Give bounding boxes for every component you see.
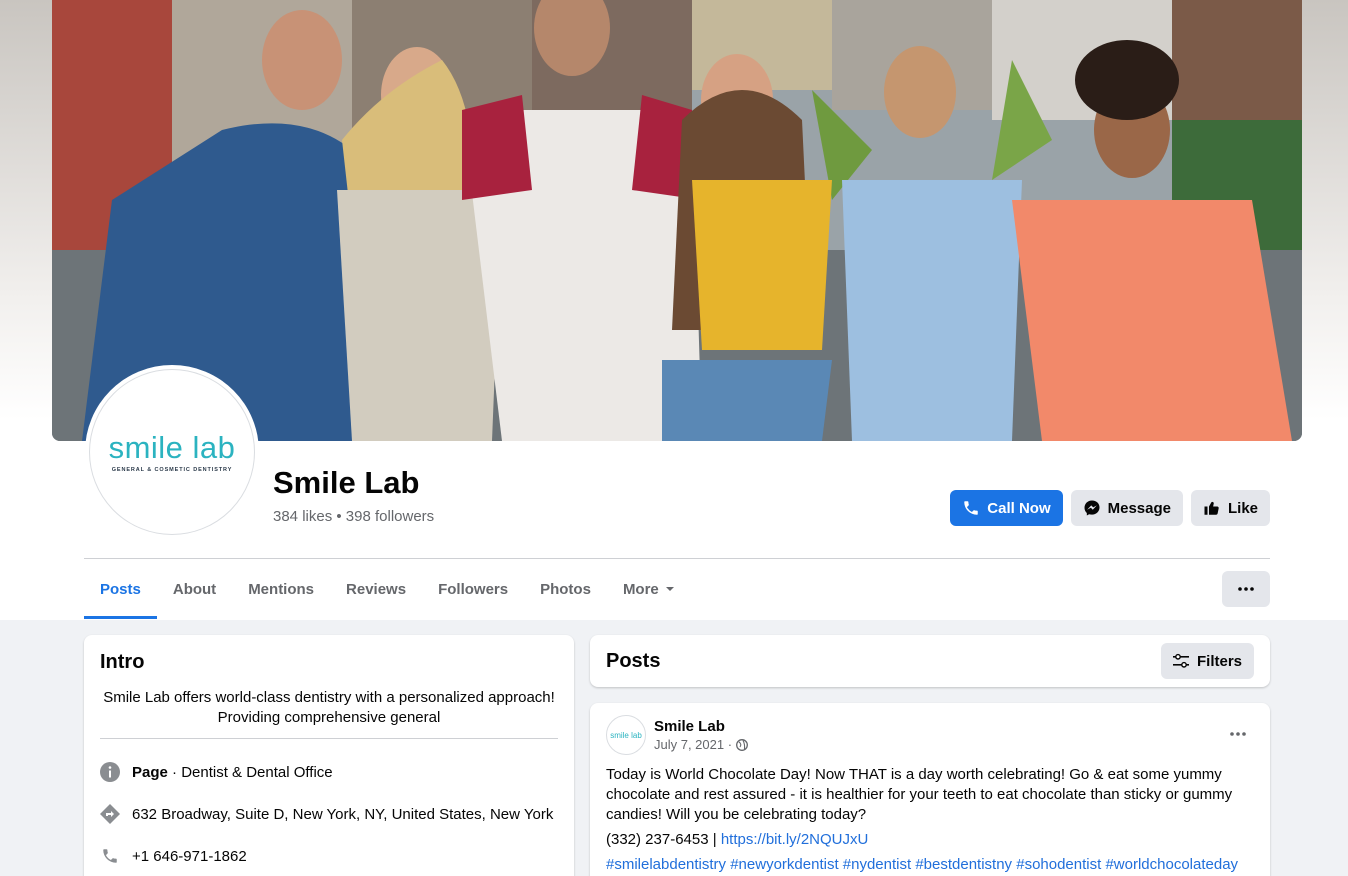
directions-icon xyxy=(100,804,120,824)
post-options-button[interactable] xyxy=(1230,723,1246,741)
phone-text: +1 646-971-1862 xyxy=(132,847,247,865)
posts-header-card: Posts Filters xyxy=(590,635,1270,687)
page-tabs: Posts About Mentions Reviews Followers P… xyxy=(84,559,691,619)
intro-bio-line: Providing comprehensive general xyxy=(217,709,441,726)
cover-photo[interactable] xyxy=(52,0,1302,441)
more-options-button[interactable] xyxy=(1222,571,1270,607)
like-label: Like xyxy=(1227,499,1258,517)
tab-label: About xyxy=(172,580,217,598)
logo-tagline: GENERAL & COSMETIC DENTISTRY xyxy=(111,466,233,473)
intro-divider xyxy=(100,738,558,739)
intro-address[interactable]: 632 Broadway, Suite D, New York, NY, Uni… xyxy=(100,793,558,835)
message-button[interactable]: Message xyxy=(1070,490,1183,526)
post-avatar[interactable]: smile lab xyxy=(606,715,646,755)
tab-label: More xyxy=(622,580,659,598)
tab-label: Photos xyxy=(540,580,591,598)
tab-followers[interactable]: Followers xyxy=(422,559,524,619)
call-now-label: Call Now xyxy=(987,499,1051,517)
address-text: 632 Broadway, Suite D, New York, NY, Uni… xyxy=(132,805,554,823)
tab-posts[interactable]: Posts xyxy=(84,559,157,619)
intro-card: Intro Smile Lab offers world-class denti… xyxy=(84,635,574,876)
action-buttons: Call Now Message Like xyxy=(950,490,1270,526)
intro-phone[interactable]: +1 646-971-1862 xyxy=(100,835,558,876)
post-meta: July 7, 2021 · xyxy=(654,737,748,752)
call-now-button[interactable]: Call Now xyxy=(950,490,1063,526)
ellipsis-icon xyxy=(1230,732,1246,736)
post-header: smile lab Smile Lab July 7, 2021 · xyxy=(606,715,1254,755)
post-author-block: Smile Lab July 7, 2021 · xyxy=(654,718,748,752)
thumbs-up-icon xyxy=(1204,501,1219,515)
intro-page-category: Page · Dentist & Dental Office xyxy=(100,751,558,793)
filters-button[interactable]: Filters xyxy=(1160,643,1254,679)
post-text: Today is World Chocolate Day! Now THAT i… xyxy=(606,766,1233,823)
ellipsis-icon xyxy=(1238,587,1254,591)
caret-down-icon xyxy=(665,587,674,591)
tab-about[interactable]: About xyxy=(157,559,232,619)
message-label: Message xyxy=(1107,499,1171,517)
page-label: Page xyxy=(132,763,168,781)
post-phone: (332) 237-6453 | xyxy=(606,831,717,848)
messenger-icon xyxy=(1084,500,1100,516)
page-stats[interactable]: 384 likes • 398 followers xyxy=(273,508,434,525)
post-author[interactable]: Smile Lab xyxy=(654,718,748,735)
post-card: smile lab Smile Lab July 7, 2021 · Today… xyxy=(590,703,1270,876)
intro-title: Intro xyxy=(100,651,145,673)
filter-sliders-icon xyxy=(1172,653,1189,668)
tab-reviews[interactable]: Reviews xyxy=(330,559,422,619)
posts-title: Posts xyxy=(606,649,661,672)
tab-mentions[interactable]: Mentions xyxy=(232,559,330,619)
tab-photos[interactable]: Photos xyxy=(524,559,607,619)
post-hashtags[interactable]: #smilelabdentistry #newyorkdentist #nyde… xyxy=(606,856,1254,873)
tab-label: Mentions xyxy=(248,580,315,598)
post-contact-line: (332) 237-6453 | https://bit.ly/2NQUJxU xyxy=(606,831,1254,848)
tab-label: Followers xyxy=(438,580,509,598)
tab-more[interactable]: More xyxy=(607,559,691,619)
like-button[interactable]: Like xyxy=(1190,490,1270,526)
post-link[interactable]: https://bit.ly/2NQUJxU xyxy=(721,831,869,848)
tab-label: Reviews xyxy=(346,580,407,598)
page-category: · Dentist & Dental Office xyxy=(167,763,333,781)
post-date[interactable]: July 7, 2021 · xyxy=(654,737,732,752)
phone-icon xyxy=(964,501,979,515)
info-icon xyxy=(100,762,120,782)
page-title: Smile Lab xyxy=(273,465,420,500)
tab-label: Posts xyxy=(100,580,141,598)
profile-logo: smile lab GENERAL & COSMETIC DENTISTRY xyxy=(89,369,255,535)
intro-bio: Smile Lab offers world-class dentistry w… xyxy=(100,688,558,728)
profile-avatar[interactable]: smile lab GENERAL & COSMETIC DENTISTRY xyxy=(85,365,259,539)
intro-bio-line: Smile Lab offers world-class dentistry w… xyxy=(103,689,555,706)
phone-icon xyxy=(100,846,120,866)
logo-wordmark: smile lab xyxy=(108,429,236,465)
filters-label: Filters xyxy=(1196,652,1242,670)
cover-photo-illustration xyxy=(52,0,1302,441)
globe-icon xyxy=(736,738,748,751)
post-avatar-logo: smile lab xyxy=(610,730,642,740)
